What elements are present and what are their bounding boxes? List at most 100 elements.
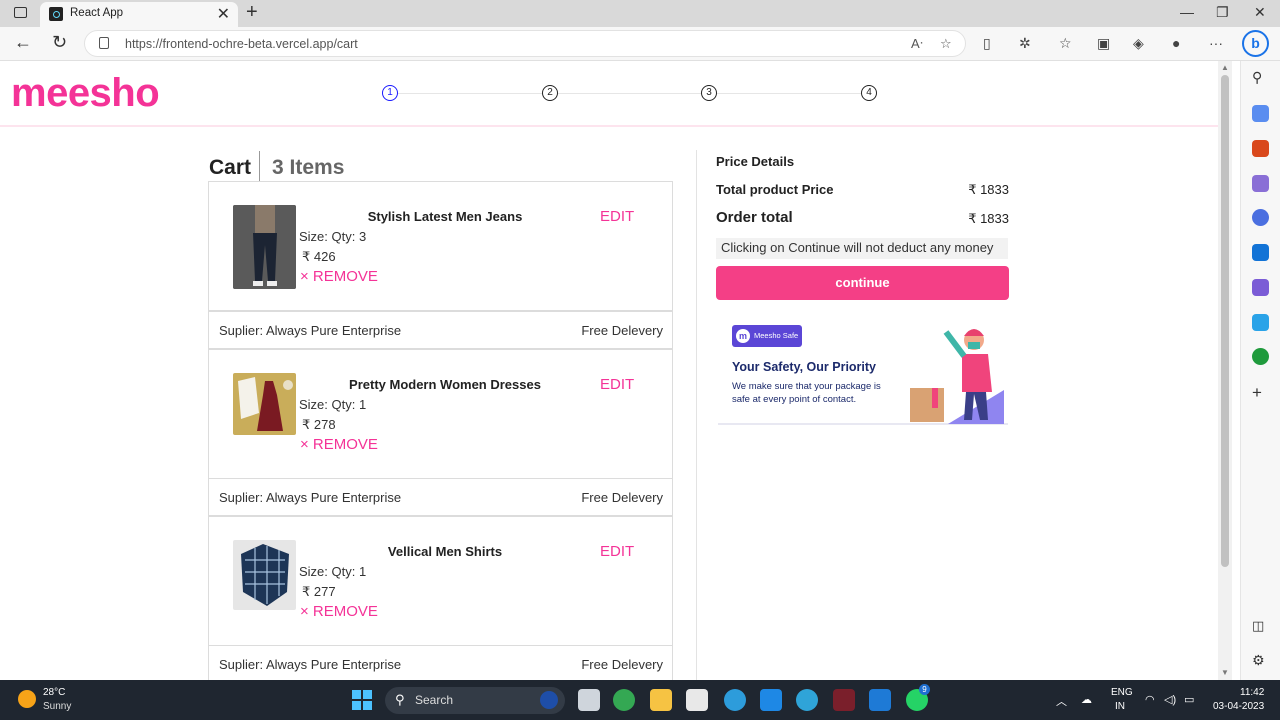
product-price: ₹ 277 [302, 584, 336, 599]
close-window-icon[interactable]: ✕ [1254, 4, 1266, 21]
recorder-icon[interactable] [833, 689, 855, 711]
price-details-title: Price Details [716, 154, 795, 169]
search-label: Search [415, 693, 454, 707]
taskbar-search[interactable]: ⚲ Search [385, 687, 565, 714]
designer-icon[interactable] [1252, 279, 1269, 296]
supplier-text: Suplier: Always Pure Enterprise [219, 657, 402, 672]
meesho-logo[interactable]: meesho [11, 71, 160, 116]
language-region[interactable]: IN [1115, 701, 1125, 712]
product-name: Pretty Modern Women Dresses [349, 377, 541, 392]
browser-essentials-icon[interactable]: ◈ [1133, 35, 1144, 52]
delivery-text: Free Delevery [581, 323, 663, 338]
refresh-icon[interactable]: ↻ [52, 32, 67, 53]
extensions-icon[interactable]: ✲ [1019, 35, 1031, 52]
sidebar-toggle-icon[interactable]: ◫ [1252, 618, 1269, 635]
wifi-icon[interactable]: ◠ [1145, 693, 1155, 706]
tab-title: React App [70, 7, 124, 19]
edit-button[interactable]: EDIT [600, 208, 634, 225]
collections-icon[interactable]: ▣ [1097, 35, 1110, 52]
bing-search-icon [540, 691, 558, 709]
bing-copilot-icon[interactable]: b [1242, 30, 1269, 57]
clock-time[interactable]: 11:42 [1240, 687, 1264, 698]
page-content: meesho 1 2 3 4 Cart 3 Items Stylish Late… [0, 61, 1218, 680]
total-product-price-value: ₹ 1833 [968, 182, 1009, 197]
whatsapp-icon[interactable]: 9 [906, 684, 930, 711]
remove-button[interactable]: × REMOVE [300, 603, 378, 620]
cart-item-count: 3 Items [272, 156, 345, 179]
microsoft365-icon[interactable] [1252, 209, 1269, 226]
profile-icon[interactable]: ● [1172, 35, 1180, 51]
supplier-row: Suplier: Always Pure Enterprise Free Del… [208, 311, 673, 349]
order-total-label: Order total [716, 209, 793, 226]
search-icon[interactable]: ⚲ [1252, 69, 1269, 86]
clock-date[interactable]: 03-04-2023 [1213, 701, 1264, 712]
weather-desc[interactable]: Sunny [43, 701, 71, 712]
edit-button[interactable]: EDIT [600, 376, 634, 393]
tray-chevron-icon[interactable]: ︿ [1056, 693, 1067, 709]
scroll-thumb[interactable] [1221, 75, 1229, 567]
edit-button[interactable]: EDIT [600, 543, 634, 560]
microsoft-store-icon[interactable] [686, 689, 708, 711]
vscode-icon[interactable] [869, 689, 891, 711]
read-aloud-icon[interactable]: Aᐧ [911, 36, 923, 52]
chrome-icon[interactable] [613, 689, 635, 711]
favorites-icon[interactable]: ☆ [1059, 35, 1072, 52]
step-4: 4 [861, 85, 877, 101]
product-image-dress[interactable] [233, 373, 296, 435]
favorite-star-icon[interactable]: ☆ [940, 36, 952, 52]
volume-icon[interactable]: ◁) [1164, 693, 1176, 706]
close-tab-icon[interactable]: ✕ [217, 4, 230, 24]
product-size-qty: Size: Qty: 1 [299, 397, 367, 412]
minimize-icon[interactable]: — [1180, 4, 1194, 20]
product-image-jeans[interactable] [233, 205, 296, 289]
language-code[interactable]: ENG [1111, 687, 1133, 698]
back-icon[interactable]: ← [14, 32, 32, 53]
send-icon[interactable] [1252, 314, 1269, 331]
address-bar[interactable]: https://frontend-ochre-beta.vercel.app/c… [84, 30, 966, 57]
more-menu-icon[interactable]: ··· [1209, 35, 1223, 51]
outlook-icon[interactable] [1252, 244, 1269, 261]
new-tab-icon[interactable]: + [246, 1, 258, 24]
help-icon[interactable] [724, 689, 746, 711]
step-connector [398, 93, 542, 94]
notification-badge: 9 [919, 684, 930, 695]
weather-temp[interactable]: 28°C [43, 687, 65, 698]
page-scrollbar[interactable]: ▲ ▼ [1218, 61, 1232, 680]
continue-button[interactable]: continue [716, 266, 1009, 300]
shopping-tag-icon[interactable] [1252, 105, 1269, 122]
start-windows-icon[interactable] [352, 690, 372, 710]
order-total-value: ₹ 1833 [968, 211, 1009, 226]
onedrive-cloud-icon[interactable]: ☁ [1081, 693, 1092, 706]
remove-button[interactable]: × REMOVE [300, 268, 378, 285]
product-name: Stylish Latest Men Jeans [367, 209, 523, 224]
site-header: meesho 1 2 3 4 [0, 61, 1218, 127]
delivery-person-illustration [910, 329, 1004, 424]
file-explorer-icon[interactable] [650, 689, 672, 711]
product-image-shirt[interactable] [233, 540, 296, 610]
product-name: Vellical Men Shirts [387, 544, 503, 559]
meesho-safe-banner: m Meesho Safe Your Safety, Our Priority … [718, 314, 1008, 425]
weather-sun-icon[interactable] [18, 690, 36, 708]
tab-actions-icon[interactable] [14, 7, 27, 18]
maximize-icon[interactable]: ❐ [1216, 4, 1229, 21]
cart-item: Vellical Men Shirts Size: Qty: 1 ₹ 277 ×… [208, 516, 673, 646]
scroll-up-arrow-icon[interactable]: ▲ [1221, 63, 1229, 72]
tree-icon[interactable] [1252, 348, 1269, 365]
step-2: 2 [542, 85, 558, 101]
tools-icon[interactable] [1252, 140, 1269, 157]
scroll-down-arrow-icon[interactable]: ▼ [1221, 668, 1229, 677]
battery-icon[interactable]: ▭ [1184, 693, 1194, 706]
meesho-safe-badge: m Meesho Safe [732, 325, 802, 347]
remove-button[interactable]: × REMOVE [300, 436, 378, 453]
task-view-icon[interactable] [578, 689, 600, 711]
browser-tab[interactable]: React App ✕ [40, 2, 238, 27]
add-icon[interactable]: + [1252, 383, 1269, 402]
search-icon: ⚲ [395, 692, 405, 707]
edge-icon[interactable] [796, 689, 818, 711]
settings-gear-icon[interactable]: ⚙ [1252, 652, 1269, 669]
supplier-text: Suplier: Always Pure Enterprise [219, 323, 402, 338]
step-connector [717, 93, 861, 94]
split-screen-icon[interactable]: ▯ [983, 35, 991, 52]
games-icon[interactable] [1252, 175, 1269, 192]
mysql-icon[interactable] [760, 689, 782, 711]
